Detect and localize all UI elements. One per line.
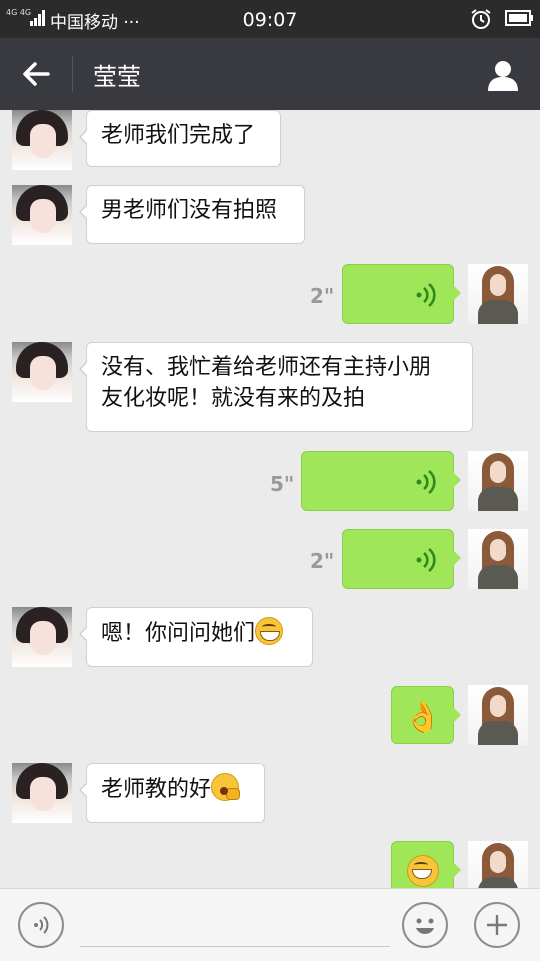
contact-avatar[interactable]	[12, 110, 72, 170]
battery-icon	[505, 10, 533, 26]
received-message[interactable]: 没有、我忙着给老师还有主持小朋 友化妆呢！就没有来的及拍	[79, 342, 473, 432]
smiley-icon	[416, 918, 434, 934]
contact-avatar[interactable]	[12, 607, 72, 667]
voice-wave-icon	[416, 469, 436, 495]
my-avatar[interactable]	[468, 451, 528, 511]
more-button[interactable]	[474, 902, 520, 948]
arrow-left-icon[interactable]	[18, 58, 54, 90]
my-avatar[interactable]	[468, 529, 528, 589]
voice-icon	[34, 916, 49, 934]
plus-icon	[487, 915, 507, 935]
received-message[interactable]: 老师我们完成了	[79, 110, 281, 167]
message-list[interactable]: 老师我们完成了 男老师们没有拍照 2" 没有、我忙着给老师还有主持小朋 友化妆呢…	[0, 110, 540, 888]
voice-input-button[interactable]	[18, 902, 64, 948]
header-divider	[72, 56, 73, 92]
sent-voice-message[interactable]	[301, 451, 461, 511]
alarm-icon	[471, 9, 491, 29]
message-text: 老师我们完成了	[101, 123, 256, 148]
voice-duration: 2"	[310, 549, 335, 573]
clock: 09:07	[242, 9, 298, 31]
my-avatar[interactable]	[468, 841, 528, 888]
status-bar: 4G 4G 中国移动 ··· 09:07	[0, 0, 540, 38]
received-message[interactable]: 老师教的好	[79, 763, 265, 823]
chat-title: 莹莹	[93, 63, 141, 91]
voice-duration: 5"	[270, 472, 295, 496]
my-avatar[interactable]	[468, 264, 528, 324]
input-bar	[0, 888, 540, 961]
yawn-emoji-icon	[211, 773, 241, 801]
received-message[interactable]: 男老师们没有拍照	[79, 185, 305, 244]
message-text: 嗯！你问问她们	[101, 621, 256, 646]
contact-avatar[interactable]	[12, 342, 72, 402]
received-message[interactable]: 嗯！你问问她们	[79, 607, 313, 667]
sent-voice-message[interactable]	[342, 264, 461, 324]
message-input[interactable]	[80, 946, 390, 947]
voice-wave-icon	[416, 282, 436, 308]
sent-emoji-message[interactable]: 👌	[391, 686, 461, 744]
voice-wave-icon	[416, 547, 436, 573]
message-text: 没有、我忙着给老师还有主持小朋 友化妆呢！就没有来的及拍	[101, 355, 432, 411]
grin-emoji-icon	[255, 617, 284, 645]
emoji-button[interactable]	[402, 902, 448, 948]
contact-avatar[interactable]	[12, 185, 72, 245]
sent-emoji-message[interactable]	[391, 841, 461, 888]
contact-avatar[interactable]	[12, 763, 72, 823]
sent-voice-message[interactable]	[342, 529, 461, 589]
person-icon[interactable]	[486, 58, 520, 92]
chat-header: 莹莹	[0, 38, 540, 110]
grin-emoji-icon	[407, 855, 439, 887]
voice-duration: 2"	[310, 284, 335, 308]
my-avatar[interactable]	[468, 685, 528, 745]
message-text: 老师教的好	[101, 777, 212, 802]
message-text: 男老师们没有拍照	[101, 198, 278, 223]
ok-hand-emoji-icon: 👌	[404, 700, 442, 735]
